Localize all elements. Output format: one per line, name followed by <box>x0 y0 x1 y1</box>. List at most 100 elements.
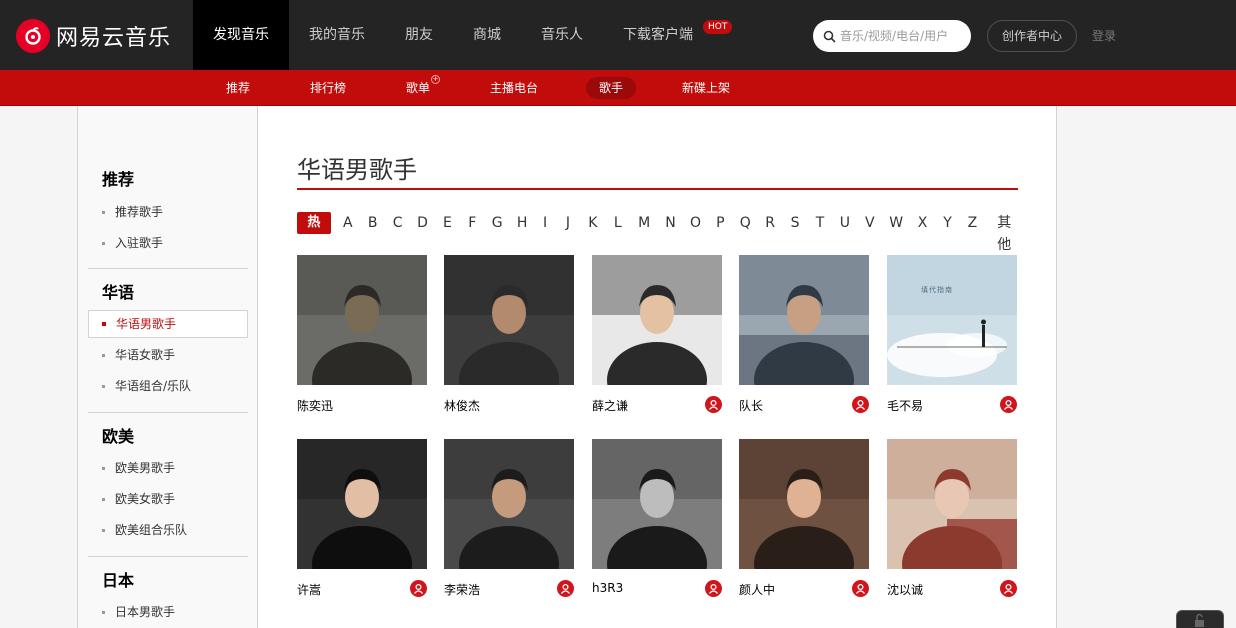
letter-filter-hot[interactable]: 热门 <box>297 212 331 252</box>
artist-photo[interactable] <box>297 439 427 569</box>
letter-filter-d[interactable]: D <box>416 212 430 234</box>
search-input[interactable] <box>840 29 960 43</box>
artist-photo[interactable] <box>592 439 722 569</box>
letter-filter-other[interactable]: 其他 <box>990 212 1018 253</box>
logo[interactable]: 网易云音乐 <box>16 19 171 53</box>
artist-photo[interactable] <box>592 255 722 385</box>
artist-homepage-icon[interactable] <box>705 580 722 597</box>
bullet-icon <box>102 467 105 470</box>
letter-filter-e[interactable]: E <box>440 212 454 234</box>
letter-filter-v[interactable]: V <box>863 212 877 234</box>
artist-name[interactable]: 林俊杰 <box>444 397 480 414</box>
letter-filter-l[interactable]: L <box>611 212 625 234</box>
sidebar-item-signed-artists[interactable]: 入驻歌手 <box>88 229 248 257</box>
artist-homepage-icon[interactable] <box>1000 580 1017 597</box>
sidebar-group-japan: 日本 日本男歌手 <box>88 569 248 626</box>
artist-name[interactable]: 李荣浩 <box>444 581 480 598</box>
artist-card: 颜人中 <box>739 439 869 604</box>
artist-card: 薛之谦 <box>592 255 722 420</box>
artist-photo[interactable]: 填代指南 <box>887 255 1017 385</box>
letter-filter-u[interactable]: U <box>838 212 852 234</box>
letter-filter-i[interactable]: I <box>540 212 550 234</box>
letter-filter-s[interactable]: S <box>788 212 802 234</box>
bullet-icon <box>102 322 106 326</box>
artist-photo[interactable] <box>444 255 574 385</box>
artist-name[interactable]: 颜人中 <box>739 581 775 598</box>
artist-photo[interactable] <box>444 439 574 569</box>
letter-filter-q[interactable]: Q <box>738 212 752 234</box>
letter-filter-f[interactable]: F <box>465 212 479 234</box>
sidebar-item-label: 推荐歌手 <box>115 205 164 219</box>
sidebar-item-chinese-female[interactable]: 华语女歌手 <box>88 341 248 369</box>
artist-name[interactable]: 队长 <box>739 397 763 414</box>
nav-friends[interactable]: 朋友 <box>385 0 453 70</box>
artist-homepage-icon[interactable] <box>852 396 869 413</box>
nav-download-client[interactable]: 下载客户端 HOT <box>603 0 733 70</box>
artist-name[interactable]: 沈以诚 <box>887 581 923 598</box>
letter-filter-o[interactable]: O <box>689 212 703 234</box>
nav-musician[interactable]: 音乐人 <box>521 0 603 70</box>
nav-download-label: 下载客户端 <box>623 27 693 43</box>
letter-filter-k[interactable]: K <box>586 212 600 234</box>
subnav-playlists[interactable]: 歌单 + <box>393 75 443 99</box>
sidebar-divider <box>88 412 248 413</box>
bullet-icon <box>102 611 105 614</box>
nav-discover-music[interactable]: 发现音乐 <box>193 0 289 70</box>
login-link[interactable]: 登录 <box>1092 27 1116 44</box>
artist-homepage-icon[interactable] <box>852 580 869 597</box>
artist-photo[interactable] <box>739 439 869 569</box>
artist-homepage-icon[interactable] <box>410 580 427 597</box>
player-lock-tab[interactable] <box>1176 610 1224 628</box>
sidebar-group-title: 华语 <box>102 283 135 302</box>
subnav-recommend[interactable]: 推荐 <box>213 77 263 99</box>
letter-filter-g[interactable]: G <box>490 212 504 234</box>
title-divider <box>297 188 1018 190</box>
letter-filter-y[interactable]: Y <box>941 212 955 234</box>
search-icon <box>823 30 836 43</box>
artist-photo[interactable] <box>739 255 869 385</box>
artist-photo[interactable] <box>887 439 1017 569</box>
artist-name[interactable]: 薛之谦 <box>592 397 628 414</box>
creator-center-button[interactable]: 创作者中心 <box>987 20 1077 52</box>
letter-filter-j[interactable]: J <box>561 212 575 234</box>
letter-filter-r[interactable]: R <box>763 212 777 234</box>
letter-filter-p[interactable]: P <box>713 212 727 234</box>
letter-filter-h[interactable]: H <box>515 212 529 234</box>
search-box[interactable] <box>813 20 971 52</box>
artist-name[interactable]: h3R3 <box>592 581 623 595</box>
subnav-charts[interactable]: 排行榜 <box>297 77 359 99</box>
subnav-radio[interactable]: 主播电台 <box>477 77 551 99</box>
artist-homepage-icon[interactable] <box>557 580 574 597</box>
artist-name[interactable]: 许嵩 <box>297 581 321 598</box>
letter-filter-n[interactable]: N <box>664 212 678 234</box>
sidebar-item-chinese-male[interactable]: 华语男歌手 <box>88 310 248 338</box>
artist-photo[interactable] <box>297 255 427 385</box>
sidebar-item-chinese-band[interactable]: 华语组合/乐队 <box>88 372 248 400</box>
brand-name: 网易云音乐 <box>56 26 172 51</box>
nav-my-music[interactable]: 我的音乐 <box>289 0 385 70</box>
artist-homepage-icon[interactable] <box>1000 396 1017 413</box>
sidebar-item-japan-male[interactable]: 日本男歌手 <box>88 598 248 626</box>
nav-store[interactable]: 商城 <box>453 0 521 70</box>
artist-category-sidebar: 推荐 推荐歌手 入驻歌手 华语 华语男歌手 华语女歌手 华语组合/乐队 欧美 欧… <box>78 106 258 628</box>
letter-filter-m[interactable]: M <box>636 212 653 234</box>
subnav-new-albums[interactable]: 新碟上架 <box>669 77 743 99</box>
sidebar-item-recommended-artists[interactable]: 推荐歌手 <box>88 198 248 226</box>
sidebar-item-western-male[interactable]: 欧美男歌手 <box>88 454 248 482</box>
artist-homepage-icon[interactable] <box>705 396 722 413</box>
letter-filter-x[interactable]: X <box>916 212 930 234</box>
sidebar-item-label: 日本男歌手 <box>115 605 176 619</box>
letter-filter-b[interactable]: B <box>366 212 380 234</box>
artist-card: 填代指南 毛不易 <box>887 255 1017 420</box>
bullet-icon <box>102 242 105 245</box>
letter-filter-c[interactable]: C <box>391 212 405 234</box>
sidebar-item-western-band[interactable]: 欧美组合乐队 <box>88 516 248 544</box>
sidebar-item-western-female[interactable]: 欧美女歌手 <box>88 485 248 513</box>
subnav-artists[interactable]: 歌手 <box>586 77 637 99</box>
artist-name[interactable]: 陈奕迅 <box>297 397 333 414</box>
letter-filter-a[interactable]: A <box>341 212 355 234</box>
artist-name[interactable]: 毛不易 <box>887 397 923 414</box>
letter-filter-t[interactable]: T <box>813 212 827 234</box>
letter-filter-w[interactable]: W <box>888 212 905 234</box>
letter-filter-z[interactable]: Z <box>965 212 979 234</box>
